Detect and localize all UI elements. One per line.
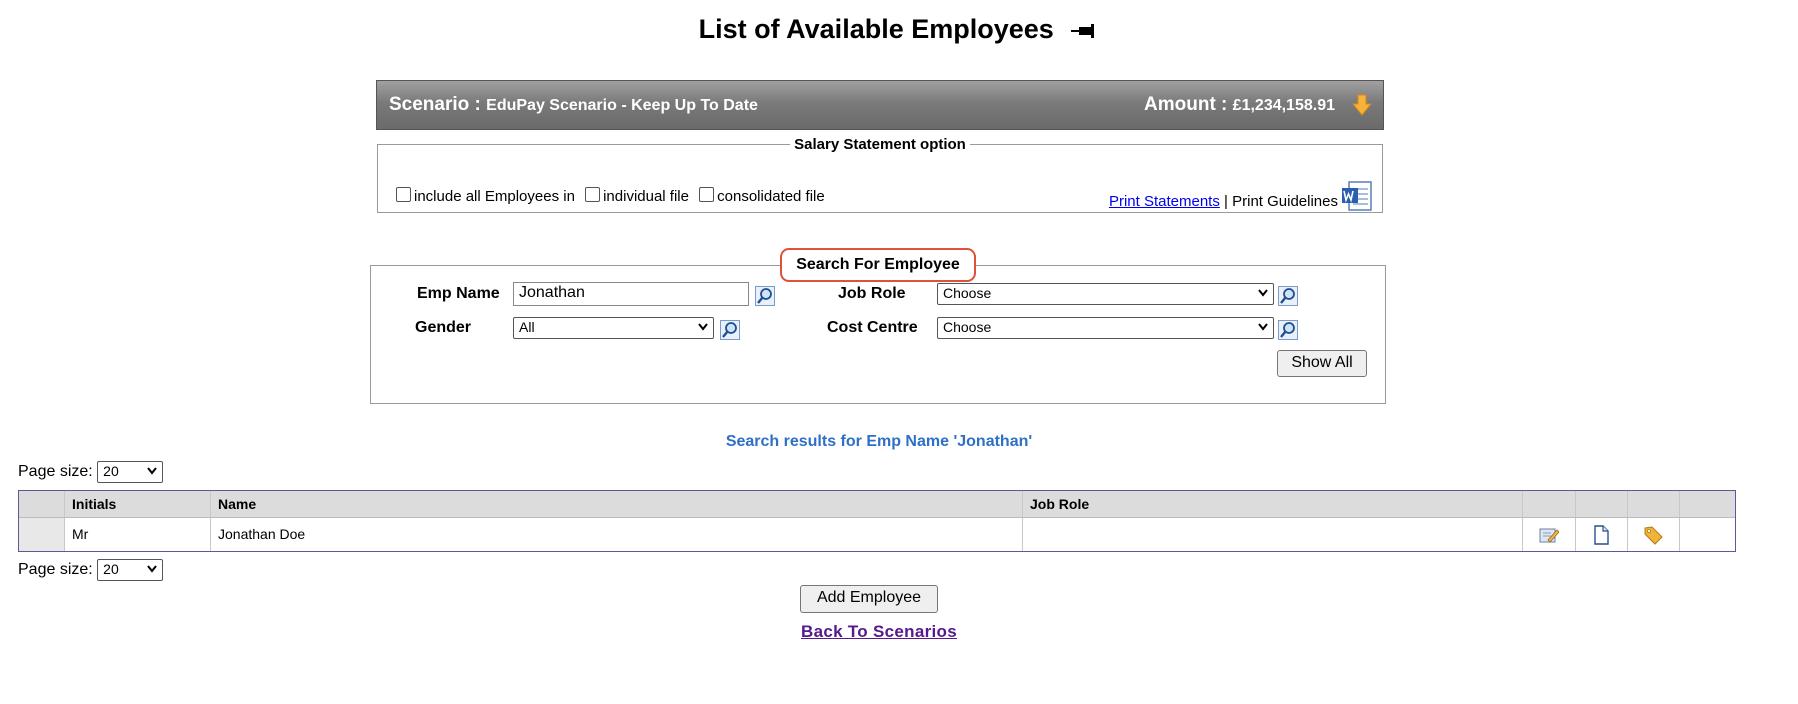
down-arrow-icon[interactable] (1351, 93, 1373, 117)
search-legend: Search For Employee (780, 248, 976, 282)
page-size-label: Page size: (18, 463, 93, 481)
amount-value: £1,234,158.91 (1232, 97, 1335, 114)
print-separator: | (1224, 193, 1228, 210)
scenario-info: Scenario : EduPay Scenario - Keep Up To … (389, 94, 758, 116)
chevron-down-icon (147, 565, 157, 573)
header-initials[interactable]: Initials (65, 491, 211, 517)
consolidated-file-checkbox[interactable] (699, 187, 715, 202)
salary-statement-fieldset: Salary Statement option include all Empl… (377, 136, 1383, 213)
consolidated-file-label: consolidated file (717, 188, 825, 205)
page-size-select[interactable]: 20 (97, 461, 164, 483)
page-title-text: List of Available Employees (698, 14, 1054, 44)
include-all-label: include all Employees in (414, 188, 575, 205)
add-employee-button[interactable]: Add Employee (800, 585, 938, 613)
header-action-4 (1680, 491, 1735, 517)
row-copy-cell (1576, 518, 1628, 551)
gender-value: All (519, 319, 535, 335)
table-row[interactable]: Mr Jonathan Doe (19, 518, 1735, 551)
job-role-label: Job Role (838, 285, 906, 302)
header-action-2 (1576, 491, 1628, 517)
table-header: Initials Name Job Role (19, 491, 1735, 518)
back-to-scenarios-link[interactable]: Back To Scenarios (0, 622, 1758, 642)
row-job-role (1023, 518, 1523, 551)
cost-centre-search-icon[interactable] (1278, 320, 1298, 340)
cost-centre-select[interactable]: Choose (937, 317, 1274, 339)
print-links: Print Statements | Print Guidelines (1109, 193, 1338, 210)
results-caption: Search results for Emp Name 'Jonathan' (725, 433, 1033, 450)
amount-info: Amount : £1,234,158.91 (1144, 94, 1335, 116)
gender-label: Gender (415, 319, 472, 336)
header-action-1 (1523, 491, 1576, 517)
job-role-search-icon[interactable] (1278, 286, 1298, 306)
page-size-bottom: Page size: 20 (18, 559, 164, 581)
header-job-role[interactable]: Job Role (1023, 491, 1523, 517)
row-edit-cell (1523, 518, 1576, 551)
include-all-option[interactable]: include all Employees in (396, 187, 575, 205)
row-action-4-cell (1680, 518, 1735, 551)
amount-label: Amount : (1144, 94, 1228, 115)
word-document-icon[interactable] (1340, 179, 1374, 215)
print-statements-link[interactable]: Print Statements (1109, 193, 1220, 210)
edit-icon[interactable] (1539, 525, 1559, 545)
scenario-bar: Scenario : EduPay Scenario - Keep Up To … (376, 80, 1384, 130)
row-name: Jonathan Doe (211, 518, 1023, 551)
emp-name-input[interactable]: Jonathan (513, 282, 749, 306)
statement-options: include all Employees in individual file… (396, 187, 831, 205)
chevron-down-icon (147, 467, 157, 475)
chevron-down-icon (1258, 323, 1268, 331)
emp-name-label: Emp Name (417, 285, 500, 302)
scenario-label: Scenario : (389, 94, 481, 115)
row-select-cell[interactable] (19, 518, 65, 551)
individual-file-checkbox[interactable] (585, 187, 601, 202)
individual-file-option[interactable]: individual file (585, 187, 689, 205)
page-size-select[interactable]: 20 (97, 559, 164, 581)
document-copy-icon[interactable] (1591, 525, 1611, 545)
emp-name-search-icon[interactable] (755, 286, 775, 306)
row-tag-cell (1628, 518, 1680, 551)
show-all-button[interactable]: Show All (1277, 350, 1367, 377)
salary-statement-legend: Salary Statement option (794, 136, 966, 153)
scenario-name: EduPay Scenario - Keep Up To Date (486, 97, 758, 114)
page-size-top: Page size: 20 (18, 461, 164, 483)
job-role-select[interactable]: Choose (937, 283, 1274, 305)
page-size-label: Page size: (18, 561, 93, 579)
row-initials: Mr (65, 518, 211, 551)
print-guidelines-text: Print Guidelines (1232, 193, 1338, 210)
header-select-cell (19, 491, 65, 517)
chevron-down-icon (698, 323, 708, 331)
page-size-value: 20 (103, 561, 119, 577)
job-role-value: Choose (943, 285, 992, 301)
gender-select[interactable]: All (513, 317, 714, 339)
results-table: Initials Name Job Role Mr Jonathan Doe (18, 490, 1736, 552)
pin-icon[interactable] (1071, 23, 1099, 38)
page-title: List of Available Employees (0, 14, 1798, 45)
gender-search-icon[interactable] (720, 320, 740, 340)
tag-icon[interactable] (1643, 525, 1663, 545)
page-size-value: 20 (103, 463, 119, 479)
cost-centre-label: Cost Centre (827, 319, 918, 336)
header-action-3 (1628, 491, 1680, 517)
include-all-checkbox[interactable] (396, 187, 411, 202)
consolidated-file-option[interactable]: consolidated file (699, 187, 825, 205)
cost-centre-value: Choose (943, 319, 992, 335)
chevron-down-icon (1258, 289, 1268, 297)
individual-file-label: individual file (603, 188, 689, 205)
header-name[interactable]: Name (211, 491, 1023, 517)
